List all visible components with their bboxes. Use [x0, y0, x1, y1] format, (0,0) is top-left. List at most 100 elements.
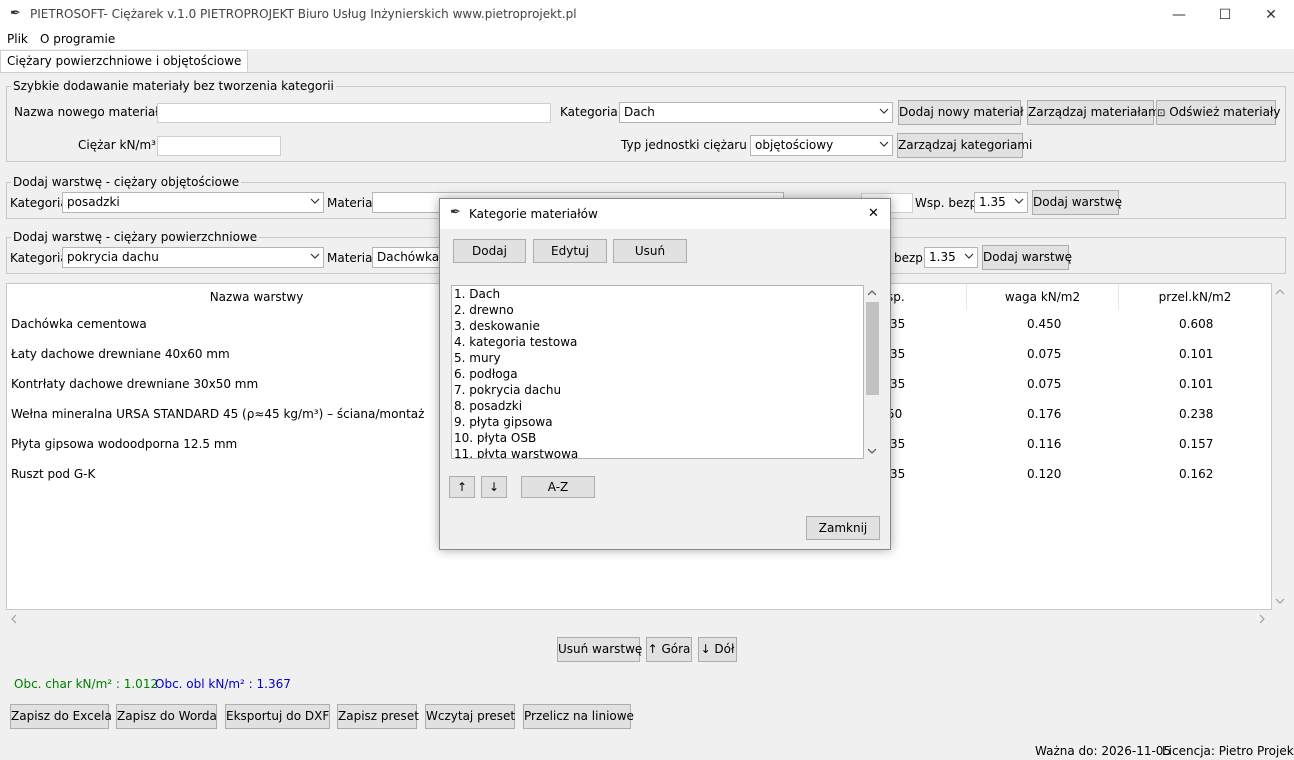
load-preset-button[interactable]: Wczytaj preset [425, 704, 515, 729]
menu-file[interactable]: Plik [7, 32, 28, 46]
window-title: PIETROSOFT- Ciężarek v.1.0 PIETROPROJEKT… [30, 7, 577, 21]
feather-icon: ✒ [10, 6, 21, 21]
cell-name: Wełna mineralna URSA STANDARD 45 (ρ≈45 k… [11, 407, 425, 421]
tab-weights[interactable]: Ciężary powierzchniowe i objętościowe [0, 50, 249, 73]
refresh-icon: ⊡ [1157, 108, 1166, 119]
category-value: Dach [624, 105, 655, 119]
cell-factor: 35 [890, 437, 906, 451]
list-item[interactable]: 3. deskowanie [454, 319, 540, 333]
chevron-down-icon[interactable] [867, 447, 877, 455]
save-preset-button[interactable]: Zapisz preset [337, 704, 419, 729]
scrollbar-thumb[interactable] [866, 302, 879, 395]
move-up-button[interactable]: ↑ Góra [646, 637, 692, 662]
weight-label: Ciężar kN/m³ [78, 138, 156, 152]
save-word-button[interactable]: Zapisz do Worda [116, 704, 217, 729]
dialog-move-down-button[interactable]: ↓ [481, 476, 507, 498]
cell-calc: 0.238 [1179, 407, 1214, 421]
dialog-edit-button[interactable]: Edytuj [533, 239, 607, 263]
volume-category-value: posadzki [67, 195, 120, 209]
volume-layer-legend: Dodaj warstwę - ciężary objętościowe [11, 175, 242, 189]
list-item[interactable]: 2. drewno [454, 303, 514, 317]
categories-listbox[interactable]: 1. Dach 2. drewno 3. deskowanie 4. kateg… [451, 285, 864, 459]
weight-input[interactable] [157, 136, 281, 156]
material-name-input[interactable] [157, 103, 551, 123]
cell-factor: 35 [890, 377, 906, 391]
cell-calc: 0.162 [1179, 467, 1214, 481]
chevron-down-icon [964, 253, 974, 259]
chevron-up-icon[interactable] [1275, 288, 1285, 296]
surface-add-layer-button[interactable]: Dodaj warstwę [982, 245, 1072, 270]
column-header-name[interactable]: Nazwa warstwy [7, 284, 507, 310]
table-horizontal-scrollbar[interactable] [6, 610, 1272, 626]
dialog-delete-button[interactable]: Usuń [613, 239, 687, 263]
cell-calc: 0.101 [1179, 347, 1214, 361]
dialog-add-button[interactable]: Dodaj [453, 239, 526, 263]
manage-categories-button[interactable]: Zarządzaj kategoriami [897, 133, 1032, 158]
menu-about[interactable]: O programie [40, 32, 115, 46]
unit-type-value: objętościowy [755, 138, 834, 152]
cell-name: Dachówka cementowa [11, 317, 147, 331]
dialog-move-up-button[interactable]: ↑ [449, 476, 475, 498]
valid-until-label: Ważna do: 2026-11-05 [1035, 744, 1172, 758]
delete-layer-button[interactable]: Usuń warstwę [557, 637, 642, 662]
design-load-label: Obc. obl kN/m² : 1.367 [155, 677, 291, 691]
sort-az-button[interactable]: A-Z [521, 476, 595, 498]
cell-factor: 35 [890, 347, 906, 361]
export-dxf-button[interactable]: Eksportuj do DXF [225, 704, 330, 729]
chevron-down-icon [879, 108, 889, 114]
cell-name: Kontrłaty dachowe drewniane 30x50 mm [11, 377, 259, 391]
save-excel-button[interactable]: Zapisz do Excela [10, 704, 112, 729]
list-item[interactable]: 8. posadzki [454, 399, 522, 413]
unit-type-select[interactable]: objętościowy [750, 135, 893, 156]
surface-factor-select[interactable]: 1.35 [924, 247, 978, 268]
chevron-left-icon[interactable] [10, 614, 18, 624]
cell-calc: 0.157 [1179, 437, 1214, 451]
cell-weight: 0.075 [1027, 377, 1062, 391]
volume-add-layer-button[interactable]: Dodaj warstwę [1032, 190, 1122, 215]
chevron-up-icon[interactable] [867, 289, 877, 297]
cell-factor: 35 [890, 467, 906, 481]
dialog-close-icon[interactable]: ✕ [868, 206, 879, 221]
cell-weight: 0.075 [1027, 347, 1062, 361]
surface-category-select[interactable]: pokrycia dachu [62, 247, 324, 268]
maximize-button[interactable]: ☐ [1202, 0, 1248, 30]
column-header-calc[interactable]: przel.kN/m2 [1119, 284, 1271, 310]
refresh-materials-button[interactable]: ⊡ Odśwież materiały [1156, 100, 1280, 125]
chevron-down-icon [879, 141, 889, 147]
convert-linear-button[interactable]: Przelicz na liniowe [523, 704, 634, 729]
move-down-button[interactable]: ↓ Dół [698, 637, 737, 662]
minimize-button[interactable]: — [1156, 0, 1202, 30]
listbox-scrollbar[interactable] [864, 285, 881, 459]
category-select[interactable]: Dach [619, 102, 893, 123]
list-item[interactable]: 1. Dach [454, 287, 500, 301]
refresh-materials-label: Odśwież materiały [1169, 105, 1281, 119]
close-button[interactable]: ✕ [1248, 0, 1294, 30]
chevron-right-icon[interactable] [1258, 614, 1266, 624]
volume-category-select[interactable]: posadzki [62, 192, 324, 213]
unit-type-label: Typ jednostki ciężaru [621, 138, 747, 152]
list-item[interactable]: 11. płyta warstwowa [454, 447, 578, 458]
chevron-down-icon[interactable] [1275, 597, 1285, 605]
material-name-label: Nazwa nowego materiału [14, 105, 167, 119]
manage-materials-button[interactable]: Zarządzaj materiałami [1027, 100, 1163, 125]
column-header-weight[interactable]: waga kN/m2 [967, 284, 1119, 310]
cell-weight: 0.120 [1027, 467, 1062, 481]
list-item[interactable]: 9. płyta gipsowa [454, 415, 553, 429]
list-item[interactable]: 10. płyta OSB [454, 431, 536, 445]
volume-category-label: Kategoria [10, 196, 68, 210]
table-vertical-scrollbar[interactable] [1272, 283, 1288, 610]
surface-factor-label: bezp. [894, 251, 927, 265]
list-item[interactable]: 4. kategoria testowa [454, 335, 577, 349]
cell-calc: 0.608 [1179, 317, 1214, 331]
chevron-down-icon [310, 253, 320, 259]
list-item[interactable]: 7. pokrycia dachu [454, 383, 561, 397]
add-material-button[interactable]: Dodaj nowy materiał [898, 100, 1024, 125]
categories-dialog: ✒ Kategorie materiałów ✕ Dodaj Edytuj Us… [439, 198, 891, 550]
list-item[interactable]: 5. mury [454, 351, 501, 365]
volume-factor-select[interactable]: 1.35 [974, 192, 1028, 213]
list-item[interactable]: 6. podłoga [454, 367, 518, 381]
dialog-close-button[interactable]: Zamknij [806, 516, 880, 540]
cell-name: Ruszt pod G-K [11, 467, 96, 481]
cell-factor: 35 [890, 317, 906, 331]
volume-material-label: Materiał [327, 196, 376, 210]
